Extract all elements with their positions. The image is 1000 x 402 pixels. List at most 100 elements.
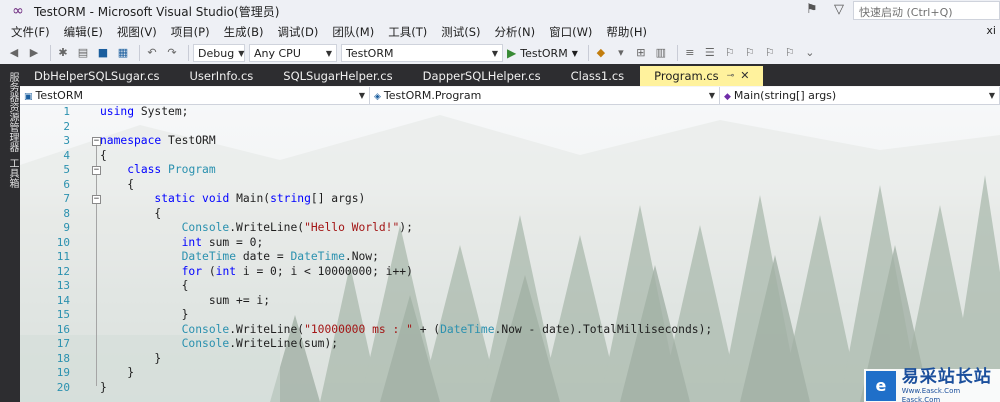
code-editor[interactable]: 1 2 3 4 5 6 7 8 9 10 11 12 13 14 15 16 1… [20, 105, 1000, 402]
properties-icon[interactable]: ▥ [653, 45, 669, 61]
standard-toolbar: ◀ ▶ ✱ ▤ ■ ▦ ↶ ↷ Debug ▼ Any CPU ▼ TestORM ▼… [0, 42, 1000, 64]
code-line-15[interactable]: } [100, 308, 189, 323]
line-number: 9 [63, 221, 70, 234]
keyword-token: void [202, 192, 230, 205]
code-line-5[interactable]: class Program [100, 163, 216, 178]
startup-project-select[interactable]: TestORM ▼ [341, 44, 503, 62]
chevron-down-icon: ▼ [988, 90, 995, 100]
save-icon[interactable]: ■ [95, 45, 111, 61]
line-number: 11 [56, 250, 70, 263]
type-token: DateTime [290, 250, 345, 263]
project-dropdown[interactable]: ▣ TestORM ▼ [20, 86, 370, 104]
code-line-10[interactable]: int sum = 0; [100, 236, 264, 251]
member-value: Main(string[] args) [733, 88, 837, 102]
menu-test[interactable]: 测试(S) [434, 22, 487, 42]
menu-debug[interactable]: 调试(D) [270, 22, 325, 42]
code-line-17[interactable]: Console.WriteLine(sum); [100, 337, 338, 352]
menu-analyze[interactable]: 分析(N) [488, 22, 543, 42]
tab-label: Class1.cs [570, 69, 625, 83]
solution-configuration-select[interactable]: Debug ▼ [193, 44, 245, 62]
code-line-20[interactable]: } [100, 381, 107, 396]
code-line-11[interactable]: DateTime date = DateTime.Now; [100, 250, 379, 265]
code-line-14[interactable]: sum += i; [100, 294, 270, 309]
menu-window[interactable]: 窗口(W) [542, 22, 599, 42]
menu-build[interactable]: 生成(B) [217, 22, 271, 42]
navigate-forward-icon[interactable]: ▶ [26, 45, 42, 61]
undo-icon[interactable]: ↶ [144, 45, 160, 61]
browser-link-icon[interactable]: ◆ [593, 45, 609, 61]
close-icon[interactable]: ✕ [740, 66, 749, 86]
code-line-6[interactable]: { [100, 178, 134, 193]
code-line-9[interactable]: Console.WriteLine("Hello World!"); [100, 221, 413, 236]
tab-dbhelpersqlsugar[interactable]: DbHelperSQLSugar.cs [20, 66, 174, 86]
solution-explorer-icon[interactable]: ⊞ [633, 45, 649, 61]
menu-tools[interactable]: 工具(T) [381, 22, 434, 42]
start-debugging-button[interactable]: ▶ TestORM ▼ [507, 46, 578, 60]
comment-icon[interactable]: ≡ [682, 45, 698, 61]
code-line-3[interactable]: namespace TestORM [100, 134, 216, 149]
code-line-4[interactable]: { [100, 149, 107, 164]
uncomment-icon[interactable]: ☰ [702, 45, 718, 61]
tab-class1[interactable]: Class1.cs [557, 66, 639, 86]
menu-file[interactable]: 文件(F) [4, 22, 57, 42]
pin-icon[interactable]: ⊸ [727, 66, 735, 86]
code-token: .Now - date).TotalMilliseconds); [494, 322, 713, 336]
string-token: "Hello World!" [304, 221, 400, 234]
prev-bookmark-icon[interactable]: ⚐ [742, 45, 758, 61]
code-line-16[interactable]: Console.WriteLine("10000000 ms : " + (Da… [100, 322, 713, 338]
clear-bookmarks-icon[interactable]: ⚐ [782, 45, 798, 61]
side-tool-strip: 服务器资源管理器 工具箱 [0, 64, 20, 402]
line-number: 17 [56, 337, 70, 350]
code-line-12[interactable]: for (int i = 0; i < 10000000; i++) [100, 265, 413, 280]
notification-flag-icon[interactable]: ⚑ [806, 2, 822, 18]
tab-sqlsugarhelper[interactable]: SQLSugarHelper.cs [269, 66, 406, 86]
bookmark-icon[interactable]: ⚐ [722, 45, 738, 61]
type-dropdown[interactable]: ◈ TestORM.Program ▼ [370, 86, 720, 104]
code-line-18[interactable]: } [100, 352, 161, 367]
code-line-19[interactable]: } [100, 366, 134, 381]
line-number: 14 [56, 293, 70, 307]
type-token: Program [168, 163, 216, 176]
code-line-1[interactable]: using System; [100, 105, 188, 120]
line-number: 5 [63, 163, 70, 176]
code-token: TestORM [161, 134, 216, 147]
find-icon[interactable]: ▾ [613, 45, 629, 61]
outline-guide-line [96, 141, 97, 386]
tab-userinfo[interactable]: UserInfo.cs [176, 66, 268, 86]
menu-project[interactable]: 项目(P) [164, 22, 217, 42]
next-bookmark-icon[interactable]: ⚐ [762, 45, 778, 61]
redo-icon[interactable]: ↷ [164, 45, 180, 61]
keyword-token: namespace [100, 134, 162, 147]
save-all-icon[interactable]: ▦ [115, 45, 131, 61]
new-project-icon[interactable]: ✱ [55, 45, 71, 61]
member-dropdown[interactable]: ◆ Main(string[] args) ▼ [720, 86, 1000, 104]
type-token: Console [181, 322, 230, 336]
code-token: } [100, 351, 162, 365]
open-file-icon[interactable]: ▤ [75, 45, 91, 61]
line-number: 12 [56, 264, 70, 278]
quick-launch-input[interactable]: 快速启动 (Ctrl+Q) [853, 1, 1000, 20]
tab-program[interactable]: Program.cs ⊸ ✕ [640, 66, 764, 86]
tab-dappersqlhelper[interactable]: DapperSQLHelper.cs [409, 66, 555, 86]
menu-view[interactable]: 视图(V) [110, 22, 164, 42]
menu-help[interactable]: 帮助(H) [599, 22, 654, 42]
code-line-8[interactable]: { [100, 207, 161, 222]
line-number: 3 [63, 134, 70, 147]
navigate-back-icon[interactable]: ◀ [6, 45, 22, 61]
code-line-7[interactable]: static void Main(string[] args) [100, 192, 365, 207]
feedback-icon[interactable]: ▽ [834, 2, 850, 18]
toolbar-overflow-icon[interactable]: ⌄ [802, 45, 818, 61]
line-number: 6 [63, 177, 70, 191]
menu-edit[interactable]: 编辑(E) [57, 22, 110, 42]
code-token: } [100, 308, 189, 321]
menu-bar: 文件(F) 编辑(E) 视图(V) 项目(P) 生成(B) 调试(D) 团队(M… [0, 22, 1000, 42]
user-name[interactable]: xi [986, 24, 996, 37]
start-label: TestORM [520, 46, 568, 60]
menu-team[interactable]: 团队(M) [325, 22, 381, 42]
line-number: 19 [56, 366, 70, 379]
solution-platform-select[interactable]: Any CPU ▼ [249, 44, 337, 62]
code-line-13[interactable]: { [100, 279, 189, 294]
